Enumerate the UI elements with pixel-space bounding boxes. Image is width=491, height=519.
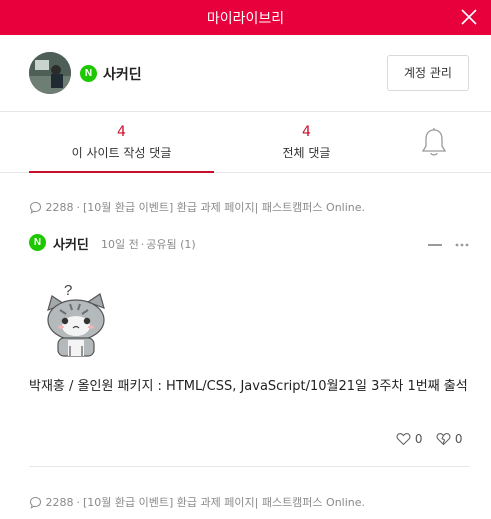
naver-badge-icon: N [29, 234, 46, 251]
profile-section: N 사커딘 계정 관리 [0, 35, 491, 112]
dislike-count: 0 [454, 432, 463, 446]
comment-time: 10일 전 [101, 238, 139, 251]
source-title[interactable]: [10월 환급 이벤트] 환급 과제 페이지| 패스트캠퍼스 Online. [83, 201, 365, 214]
close-icon[interactable] [459, 7, 479, 27]
dislike-button[interactable]: 0 [436, 432, 462, 446]
bell-icon[interactable] [420, 127, 448, 159]
avatar[interactable] [29, 52, 71, 94]
svg-text:?: ? [64, 282, 72, 299]
comment-source[interactable]: 2288 · [10월 환급 이벤트] 환급 과제 페이지| 패스트캠퍼스 Onli… [29, 199, 365, 215]
more-options-icon[interactable] [455, 236, 469, 247]
tab-all-comments[interactable]: 4 전체 댓글 [214, 112, 399, 173]
speech-bubble-icon [29, 201, 42, 214]
comment-count: 2288 [45, 201, 74, 214]
tab-label: 전체 댓글 [282, 146, 331, 160]
comment-visibility: 공유됨 (1) [146, 238, 196, 251]
tab-site-comments[interactable]: 4 이 사이트 작성 댓글 [29, 112, 214, 173]
comment-text: 박재홍 / 올인원 패키지 : HTML/CSS, JavaScript/10월… [29, 379, 468, 394]
account-settings-button[interactable]: 계정 관리 [387, 55, 469, 91]
author-name: 사커딘 [53, 238, 89, 253]
separator-dot: · [140, 238, 145, 251]
source-title[interactable]: [10월 환급 이벤트] 환급 과제 페이지| 패스트캠퍼스 Online. [83, 496, 365, 509]
like-button[interactable]: 0 [396, 432, 422, 446]
window-title: 마이라이브리 [206, 11, 285, 27]
like-count: 0 [414, 432, 423, 446]
speech-bubble-icon [29, 496, 42, 509]
comment-source[interactable]: 2288 · [10월 환급 이벤트] 환급 과제 페이지| 패스트캠퍼스 Onli… [29, 494, 365, 510]
cat-sticker-image: ? [40, 280, 112, 358]
tab-label: 이 사이트 작성 댓글 [71, 146, 172, 160]
comment-info: 10일 전 · 공유됨 (1) [101, 236, 196, 252]
broken-heart-icon [436, 433, 451, 446]
top-bar: 마이라이브리 [0, 0, 491, 35]
collapse-icon[interactable] [428, 236, 442, 246]
tab-count: 4 [117, 124, 126, 140]
tab-bar: 4 이 사이트 작성 댓글 4 전체 댓글 [0, 112, 491, 173]
comment-count: 2288 [45, 496, 74, 509]
tab-count: 4 [302, 124, 311, 140]
heart-icon [396, 433, 411, 446]
naver-badge-icon: N [80, 65, 97, 82]
separator-dot: · [76, 496, 81, 509]
divider [29, 466, 469, 467]
separator-dot: · [76, 201, 81, 214]
profile-name: 사커딘 [103, 67, 142, 83]
